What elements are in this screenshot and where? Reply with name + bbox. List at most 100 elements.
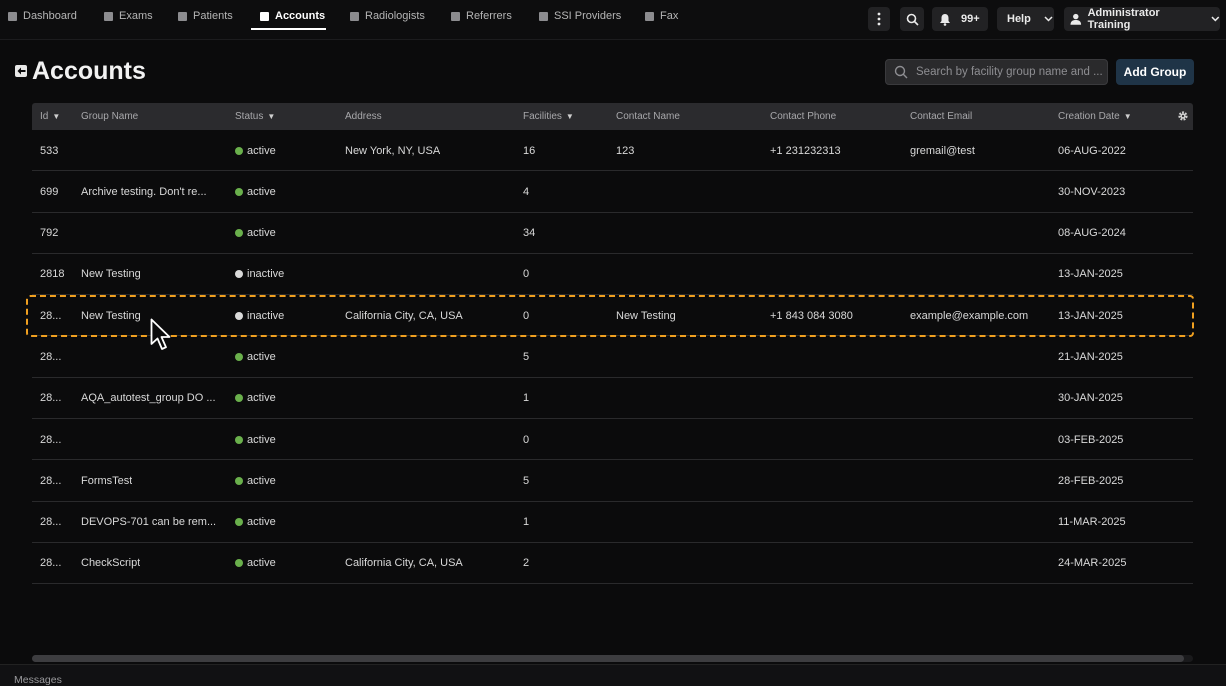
- more-vertical-icon: [877, 12, 881, 26]
- cell-text: inactive: [247, 268, 285, 281]
- notifications-count: 99+: [961, 13, 980, 25]
- cell-text: California City, CA, USA: [345, 309, 463, 322]
- fax-icon: [645, 11, 654, 21]
- table-row[interactable]: 28... active 5 21-JAN-2025: [32, 336, 1193, 378]
- table-row[interactable]: 699 Archive testing. Don't re... active 4 30…: [32, 171, 1193, 213]
- cell-text: New Testing: [616, 309, 676, 322]
- cell-text: 28...: [40, 557, 62, 570]
- notifications-button[interactable]: 99+: [932, 7, 988, 31]
- nav-item-ssi-providers[interactable]: SSI Providers: [539, 0, 621, 32]
- nav-item-patients[interactable]: Patients: [178, 0, 233, 32]
- help-label: Help: [1007, 13, 1031, 25]
- cell-text: 21-JAN-2025: [1058, 350, 1123, 363]
- gear-icon[interactable]: [1177, 110, 1189, 122]
- more-options-button[interactable]: [868, 7, 890, 31]
- add-group-button[interactable]: Add Group: [1116, 59, 1194, 85]
- sort-caret-icon[interactable]: ▼: [566, 112, 574, 121]
- table-row[interactable]: 28... AQA_autotest_group DO ... active 1 30-…: [32, 378, 1193, 420]
- dashboard-icon: [8, 11, 17, 21]
- table-row[interactable]: 792 active 34 08-AUG-2024: [32, 213, 1193, 254]
- nav-item-label: Referrers: [466, 10, 512, 22]
- chevron-down-icon: [1044, 16, 1053, 22]
- column-header-label: Contact Email: [910, 111, 973, 122]
- column-header-label: Group Name: [81, 111, 139, 122]
- cell-text: 4: [523, 185, 530, 198]
- nav-item-dashboard[interactable]: Dashboard: [8, 0, 77, 32]
- cell-text: CheckScript: [81, 557, 141, 570]
- table-row[interactable]: 28... DEVOPS-701 can be rem... active 1 11-M…: [32, 502, 1193, 543]
- messages-footer[interactable]: Messages: [0, 664, 1226, 686]
- column-header-contact-name[interactable]: Contact Name: [616, 103, 680, 130]
- cell-id: 792: [40, 213, 58, 254]
- horizontal-scrollbar[interactable]: [32, 655, 1193, 662]
- user-name: Administrator Training: [1087, 7, 1160, 31]
- cell-text: example@example.com: [910, 309, 1029, 322]
- status-dot-icon: [235, 476, 243, 485]
- cell-text: 0: [523, 268, 530, 281]
- search-input[interactable]: [916, 66, 1102, 78]
- cell-text: 24-MAR-2025: [1058, 557, 1127, 570]
- bell-icon: [940, 13, 950, 26]
- user-menu-button[interactable]: Administrator Training: [1064, 7, 1220, 31]
- table-row[interactable]: 28... CheckScript active California City, C…: [32, 543, 1193, 585]
- help-menu-button[interactable]: Help: [997, 7, 1054, 31]
- scrollbar-thumb[interactable]: [32, 655, 1184, 662]
- table-row[interactable]: 533 active New York, NY, USA 16 123 +1 231232…: [32, 130, 1193, 172]
- table-row[interactable]: 28... active 0 03-FEB-2025: [32, 419, 1193, 461]
- accounts-table: Id ▼ Group Name Status ▼ Address Facilities ▼ Co…: [32, 103, 1193, 585]
- table-row[interactable]: 28... FormsTest active 5 28-FEB-2025: [32, 460, 1193, 502]
- nav-item-radiologists[interactable]: Radiologists: [350, 0, 425, 32]
- column-header-id[interactable]: Id ▼: [40, 103, 60, 130]
- cell-text: active: [247, 227, 276, 240]
- sort-caret-icon[interactable]: ▼: [1124, 112, 1132, 121]
- facility-group-search[interactable]: [885, 59, 1108, 85]
- cell-id: 28...: [40, 295, 61, 336]
- search-icon: [906, 13, 919, 26]
- cell-group-name: CheckScript: [81, 543, 140, 584]
- cell-text: 03-FEB-2025: [1058, 433, 1124, 446]
- nav-item-label: Fax: [660, 10, 679, 22]
- column-header-group-name[interactable]: Group Name: [81, 103, 138, 130]
- cell-text: gremail@test: [910, 144, 975, 157]
- global-search-button[interactable]: [900, 7, 924, 31]
- cell-text: 123: [616, 144, 635, 157]
- search-icon: [894, 65, 908, 79]
- mouse-cursor-icon: [150, 318, 171, 350]
- table-body: 533 active New York, NY, USA 16 123 +1 231232…: [32, 130, 1193, 585]
- cell-contact-name: New Testing: [616, 295, 676, 336]
- cell-text: New Testing: [81, 268, 141, 281]
- referrers-icon: [451, 11, 460, 21]
- nav-item-label: SSI Providers: [554, 10, 622, 22]
- nav-item-fax[interactable]: Fax: [645, 0, 678, 32]
- table-row[interactable]: 2818 New Testing inactive 0 13-JAN-2025: [32, 254, 1193, 296]
- cell-text: 2818: [40, 268, 65, 281]
- messages-label: Messages: [14, 674, 62, 686]
- cell-text: active: [247, 433, 276, 446]
- arrow-left-icon: [17, 67, 25, 75]
- column-header-creation-date[interactable]: Creation Date ▼: [1058, 103, 1132, 130]
- column-header-status[interactable]: Status ▼: [235, 103, 275, 130]
- cell-contact-phone: +1 231232313: [770, 130, 841, 171]
- column-header-address[interactable]: Address: [345, 103, 382, 130]
- column-header-contact-phone[interactable]: Contact Phone: [770, 103, 836, 130]
- cell-text: 11-MAR-2025: [1058, 516, 1126, 529]
- status-dot-icon: [235, 352, 243, 361]
- cell-id: 533: [40, 130, 58, 171]
- table-row-highlighted[interactable]: 28... New Testing inactive California City,…: [32, 295, 1193, 337]
- cell-creation-date: 30-NOV-2023: [1058, 171, 1125, 212]
- cell-text: 13-JAN-2025: [1058, 268, 1123, 281]
- cell-status: active: [235, 460, 276, 501]
- cell-status: inactive: [235, 254, 284, 295]
- cell-text: California City, CA, USA: [345, 557, 463, 570]
- cell-text: 06-AUG-2022: [1058, 144, 1126, 157]
- sort-caret-icon[interactable]: ▼: [52, 112, 60, 121]
- column-header-contact-email[interactable]: Contact Email: [910, 103, 972, 130]
- status-dot-icon: [235, 229, 243, 238]
- cell-creation-date: 30-JAN-2025: [1058, 378, 1123, 419]
- cell-text: +1 843 084 3080: [770, 309, 853, 322]
- back-arrow-icon[interactable]: [15, 65, 27, 77]
- column-header-facilities[interactable]: Facilities ▼: [523, 103, 574, 130]
- nav-item-exams[interactable]: Exams: [104, 0, 153, 32]
- nav-item-referrers[interactable]: Referrers: [451, 0, 512, 32]
- sort-caret-icon[interactable]: ▼: [267, 112, 275, 121]
